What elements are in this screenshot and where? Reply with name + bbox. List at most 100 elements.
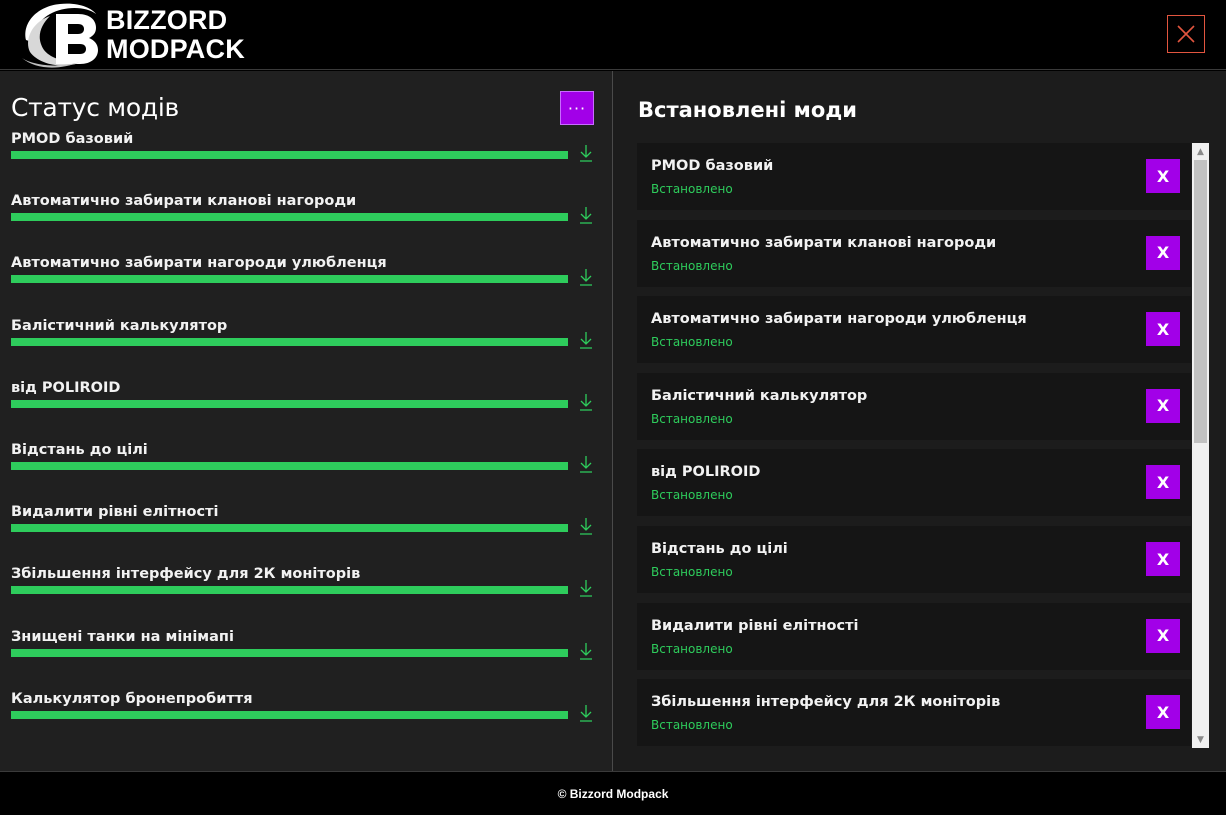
installed-mod-card: Збільшення інтерфейсу для 2К моніторів Вс… <box>637 679 1191 747</box>
installed-mod-card: Автоматично забирати нагороди улюбленця В… <box>637 296 1191 364</box>
mod-progress-bar <box>11 648 568 657</box>
download-icon[interactable] <box>578 641 594 661</box>
installed-list-scrollbar[interactable]: ▲ ▼ <box>1192 143 1209 748</box>
mod-progress-bar <box>11 586 568 595</box>
installed-mod-name: PMOD базовий <box>651 158 774 174</box>
download-icon[interactable] <box>578 267 594 287</box>
close-button[interactable] <box>1167 15 1205 53</box>
remove-mod-button[interactable]: X <box>1146 618 1180 653</box>
mod-progress-bar <box>11 337 568 346</box>
mod-status-name: Калькулятор бронепробиття <box>11 690 253 707</box>
remove-mod-button[interactable]: X <box>1146 235 1180 270</box>
mod-progress-bar <box>11 399 568 408</box>
download-icon[interactable] <box>578 143 594 163</box>
mod-progress-fill <box>11 586 568 595</box>
mod-status-panel: Статус модів ··· PMOD базовий Автоматично… <box>0 71 612 771</box>
download-icon[interactable] <box>578 516 594 536</box>
remove-mod-button[interactable]: X <box>1146 465 1180 500</box>
mod-progress-fill <box>11 462 568 470</box>
installed-mod-card: від POLIROID Встановлено X <box>637 449 1191 517</box>
installed-mod-status: Встановлено <box>651 565 733 579</box>
mod-status-title: Статус модів <box>11 93 179 122</box>
installed-mod-card: Балістичний калькулятор Встановлено X <box>637 372 1191 440</box>
logo-line-2: MODPACK <box>106 34 245 64</box>
remove-mod-button[interactable]: X <box>1146 695 1180 730</box>
mod-progress-bar <box>11 710 568 719</box>
installed-mod-name: Видалити рівні елітності <box>651 617 859 634</box>
mod-status-name: Відстань до цілі <box>11 442 148 458</box>
installed-mod-name: Автоматично забирати кланові нагороди <box>651 234 997 251</box>
installed-mods-title: Встановлені моди <box>638 98 857 122</box>
more-options-button[interactable]: ··· <box>560 91 594 125</box>
remove-mod-button[interactable]: X <box>1146 388 1180 423</box>
mod-progress-bar <box>11 213 568 222</box>
installed-mod-name: Збільшення інтерфейсу для 2К моніторів <box>651 694 1001 711</box>
remove-mod-button[interactable]: X <box>1146 312 1180 347</box>
mod-progress-bar <box>11 151 568 159</box>
mod-status-name: від POLIROID <box>11 379 121 396</box>
mod-status-name: Видалити рівні елітності <box>11 504 219 521</box>
scroll-up-arrow-icon[interactable]: ▲ <box>1192 143 1209 160</box>
mod-status-item: Балістичний калькулятор <box>11 318 601 368</box>
footer-copyright: © Bizzord Modpack <box>557 786 669 801</box>
installed-mod-name: від POLIROID <box>651 464 761 481</box>
mod-progress-bar <box>11 462 568 470</box>
mod-progress-fill <box>11 213 568 222</box>
mod-progress-fill <box>11 337 568 346</box>
mod-status-item: PMOD базовий <box>11 131 601 181</box>
close-icon <box>1177 25 1195 43</box>
mod-status-name: Автоматично забирати нагороди улюбленця <box>11 255 387 272</box>
download-icon[interactable] <box>578 703 594 723</box>
mod-status-item: Автоматично забирати нагороди улюбленця <box>11 255 601 305</box>
mod-progress-fill <box>11 524 568 533</box>
bizzord-logo-icon <box>22 3 98 68</box>
installed-mod-status: Встановлено <box>651 641 733 656</box>
remove-mod-button[interactable]: X <box>1146 159 1180 193</box>
mod-status-item: від POLIROID <box>11 380 601 430</box>
mod-status-item: Збільшення інтерфейсу для 2К моніторів <box>11 566 601 616</box>
mod-status-item: Знищені танки на мінімапі <box>11 629 601 679</box>
logo-line-1: BIZZORD <box>106 5 228 35</box>
mod-progress-fill <box>11 710 568 719</box>
mod-status-item: Видалити рівні елітності <box>11 504 601 554</box>
download-icon[interactable] <box>578 578 594 598</box>
logo-wordmark: BIZZORD MODPACK <box>106 6 245 64</box>
mod-status-name: Автоматично забирати кланові нагороди <box>11 193 357 210</box>
mod-status-item: Автоматично забирати кланові нагороди <box>11 193 601 243</box>
installed-mod-name: Балістичний калькулятор <box>651 387 868 404</box>
mod-status-name: PMOD базовий <box>11 131 134 147</box>
download-icon[interactable] <box>578 392 594 412</box>
installed-mod-status: Встановлено <box>651 335 733 350</box>
installed-mod-status: Встановлено <box>651 488 733 503</box>
app-logo: BIZZORD MODPACK <box>20 0 260 68</box>
mod-status-name: Знищені танки на мінімапі <box>11 628 234 645</box>
mod-progress-fill <box>11 275 568 284</box>
remove-mod-button[interactable]: X <box>1146 542 1180 576</box>
download-icon[interactable] <box>578 330 594 350</box>
mod-progress-fill <box>11 648 568 657</box>
mod-progress-bar <box>11 524 568 533</box>
installed-mod-status: Встановлено <box>651 411 733 426</box>
mod-progress-bar <box>11 275 568 284</box>
scroll-down-arrow-icon[interactable]: ▼ <box>1192 731 1209 748</box>
download-icon[interactable] <box>578 205 594 225</box>
mod-status-item: Калькулятор бронепробиття <box>11 691 601 741</box>
mod-status-name: Балістичний калькулятор <box>11 317 228 334</box>
installed-mod-status: Встановлено <box>651 182 733 196</box>
installed-mods-list[interactable]: PMOD базовий Встановлено X Автоматично заби… <box>637 143 1193 748</box>
scrollbar-thumb[interactable] <box>1194 160 1207 443</box>
app-footer: © Bizzord Modpack <box>0 771 1226 815</box>
installed-mod-status: Встановлено <box>651 258 733 273</box>
download-icon[interactable] <box>578 454 594 474</box>
installed-mod-name: Відстань до цілі <box>651 541 788 557</box>
installed-mod-card: Видалити рівні елітності Встановлено X <box>637 602 1191 670</box>
installed-mods-panel: Встановлені моди PMOD базовий Встановлено… <box>613 71 1226 771</box>
mod-progress-fill <box>11 399 568 408</box>
mod-progress-fill <box>11 151 568 159</box>
installed-mod-status: Встановлено <box>651 718 733 733</box>
app-header: BIZZORD MODPACK <box>0 0 1226 70</box>
installed-mod-name: Автоматично забирати нагороди улюбленця <box>651 311 1027 328</box>
mod-status-item: Відстань до цілі <box>11 442 601 492</box>
mod-status-name: Збільшення інтерфейсу для 2К моніторів <box>11 566 361 583</box>
installed-mod-card: Відстань до цілі Встановлено X <box>637 526 1191 593</box>
